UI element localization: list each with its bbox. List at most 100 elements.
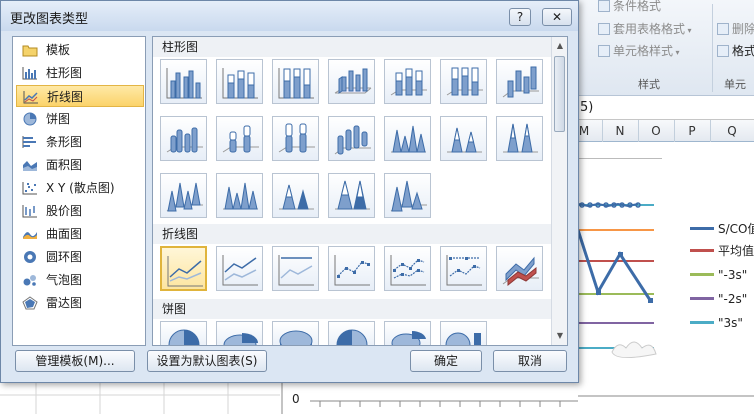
stacked-pyramid-thumb[interactable]	[272, 173, 319, 218]
gallery-scrollbar[interactable]: ▲ ▼	[551, 37, 567, 345]
category-item-doughnut[interactable]: 圆环图	[16, 246, 144, 268]
section-header-line: 折线图	[153, 224, 551, 244]
scroll-down-icon[interactable]: ▼	[553, 329, 567, 343]
formula-bar[interactable]: 5)	[578, 96, 754, 120]
conditional-format-button[interactable]: 条件格式	[598, 0, 661, 14]
delete-icon	[717, 23, 729, 35]
category-item-line[interactable]: 折线图	[16, 85, 144, 107]
line-chart-icon	[23, 91, 38, 104]
category-item-scatter[interactable]: X Y (散点图)	[16, 177, 144, 199]
legend-item: "3s"	[690, 316, 743, 330]
dialog-titlebar[interactable]: 更改图表类型 ? ✕	[1, 1, 578, 31]
bubble-chart-icon	[23, 275, 36, 286]
worksheet-area[interactable]	[0, 382, 578, 414]
clustered-cone-thumb[interactable]	[384, 116, 431, 161]
surface-chart-icon	[23, 232, 37, 239]
stock-chart-icon	[22, 205, 37, 218]
stacked-cone-thumb[interactable]	[440, 116, 487, 161]
column-header[interactable]: Q	[714, 124, 750, 138]
clustered-cylinder-thumb[interactable]	[160, 116, 207, 161]
3d-cone-icon	[166, 182, 203, 212]
doughnut-chart-icon	[24, 251, 36, 263]
line-markers-thumb[interactable]	[328, 246, 375, 291]
category-item-templates[interactable]: 模板	[16, 39, 144, 61]
clustered-column-thumb[interactable]	[160, 59, 207, 104]
table-format-button[interactable]: 套用表格格式 ▾	[598, 20, 692, 37]
3d-column-thumb[interactable]	[496, 59, 543, 104]
3d-line-thumb[interactable]	[496, 246, 543, 291]
close-icon: ✕	[551, 10, 563, 24]
3d-pie-thumb[interactable]	[272, 321, 319, 345]
ribbon: 条件格式 套用表格格式 ▾ 单元格样式 ▾ 样式 删除 格式 单元	[578, 0, 754, 96]
pie-of-pie-icon	[336, 329, 368, 345]
stacked-line-thumb[interactable]	[216, 246, 263, 291]
stacked-column-thumb[interactable]	[216, 59, 263, 104]
category-item-bar[interactable]: 条形图	[16, 131, 144, 153]
embedded-chart[interactable]: S/CO值 平均值 "-3s" "-2s" "3s"	[578, 142, 754, 414]
stacked-cone-icon	[447, 127, 482, 153]
category-item-surface[interactable]: 曲面图	[16, 223, 144, 245]
percent-line-markers-thumb[interactable]	[440, 246, 487, 291]
format-icon	[717, 45, 729, 57]
area-chart-icon	[23, 161, 37, 171]
column-header[interactable]: P	[674, 124, 710, 138]
legend-item: 平均值	[690, 242, 754, 259]
folder-icon	[22, 45, 38, 57]
percent-cone-icon	[503, 123, 538, 153]
percent-cone-thumb[interactable]	[496, 116, 543, 161]
stacked-line-markers-thumb[interactable]	[384, 246, 431, 291]
category-item-stock[interactable]: 股价图	[16, 200, 144, 222]
3d-percent-column-icon	[446, 67, 483, 96]
cell-styles-button[interactable]: 单元格样式 ▾	[598, 42, 680, 59]
stacked-cylinder-icon	[222, 125, 259, 153]
section-header-column: 柱形图	[153, 37, 551, 57]
clustered-cone-icon	[391, 125, 426, 153]
help-button[interactable]: ?	[509, 8, 531, 26]
exploded-pie-thumb[interactable]	[216, 321, 263, 345]
section-header-pie: 饼图	[153, 299, 551, 319]
manage-templates-button[interactable]: 管理模板(M)...	[15, 350, 135, 372]
category-item-area[interactable]: 面积图	[16, 154, 144, 176]
percent-cylinder-thumb[interactable]	[272, 116, 319, 161]
3d-cylinder-thumb[interactable]	[328, 116, 375, 161]
line-thumb[interactable]	[160, 246, 207, 291]
percent-stacked-line-thumb[interactable]	[272, 246, 319, 291]
category-item-bubble[interactable]: 气泡图	[16, 269, 144, 291]
bar-of-pie-thumb[interactable]	[440, 321, 487, 345]
percent-pyramid-thumb[interactable]	[328, 173, 375, 218]
stacked-cylinder-thumb[interactable]	[216, 116, 263, 161]
pie-thumb[interactable]	[160, 321, 207, 345]
column-header[interactable]: N	[602, 124, 638, 138]
percent-stacked-column-thumb[interactable]	[272, 59, 319, 104]
category-item-pie[interactable]: 饼图	[16, 108, 144, 130]
scroll-up-icon[interactable]: ▲	[553, 39, 567, 53]
3d-line-icon	[502, 256, 539, 287]
clustered-cylinder-icon	[166, 127, 203, 153]
column-headers: M N O P Q	[578, 120, 754, 142]
3d-cylinder-icon	[334, 125, 371, 155]
scrollbar-thumb[interactable]	[554, 56, 565, 132]
percent-cylinder-icon	[278, 123, 315, 153]
column-header[interactable]: O	[638, 124, 674, 138]
clustered-pyramid-thumb[interactable]	[216, 173, 263, 218]
3d-percent-column-thumb[interactable]	[440, 59, 487, 104]
set-default-chart-button[interactable]: 设置为默认图表(S)	[147, 350, 267, 372]
3d-cone-thumb[interactable]	[160, 173, 207, 218]
ok-button[interactable]: 确定	[410, 350, 482, 372]
3d-clustered-column-thumb[interactable]	[328, 59, 375, 104]
pie-of-pie-thumb[interactable]	[328, 321, 375, 345]
pie-chart-icon	[23, 112, 37, 126]
delete-cells-button[interactable]: 删除	[717, 20, 754, 37]
3d-stacked-column-thumb[interactable]	[384, 59, 431, 104]
cancel-button[interactable]: 取消	[493, 350, 567, 372]
percent-stacked-column-icon	[278, 68, 314, 99]
styles-group-label: 样式	[638, 78, 660, 91]
format-cells-button[interactable]: 格式	[717, 42, 754, 59]
close-button[interactable]: ✕	[542, 8, 572, 26]
exploded-3d-pie-thumb[interactable]	[384, 321, 431, 345]
bar-of-pie-icon	[445, 332, 481, 345]
3d-pyramid-thumb[interactable]	[384, 173, 431, 218]
table-format-icon	[598, 23, 610, 35]
category-item-column[interactable]: 柱形图	[16, 62, 144, 84]
category-item-radar[interactable]: 雷达图	[16, 292, 144, 314]
